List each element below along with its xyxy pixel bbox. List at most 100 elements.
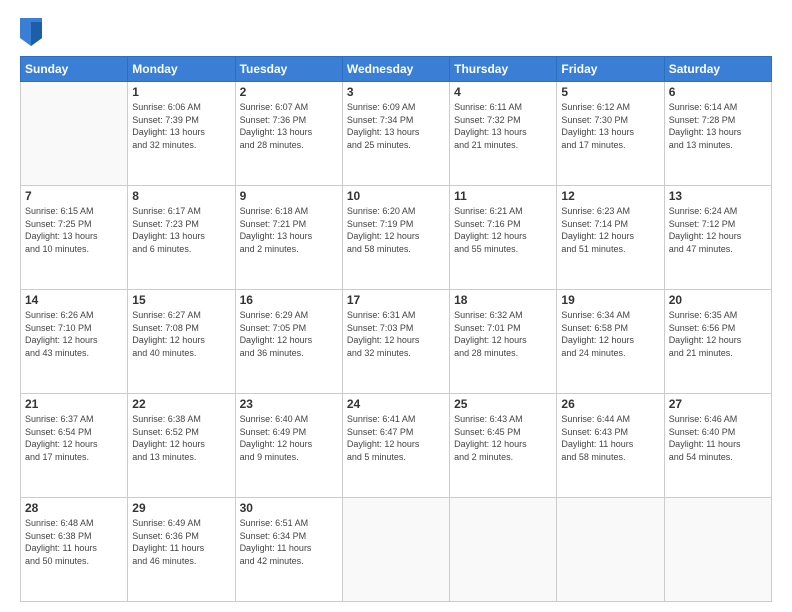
day-info: Sunrise: 6:09 AMSunset: 7:34 PMDaylight:… <box>347 101 445 151</box>
day-number: 11 <box>454 189 552 203</box>
day-info: Sunrise: 6:37 AMSunset: 6:54 PMDaylight:… <box>25 413 123 463</box>
day-number: 21 <box>25 397 123 411</box>
day-number: 17 <box>347 293 445 307</box>
logo-icon <box>20 18 42 46</box>
day-number: 13 <box>669 189 767 203</box>
day-info: Sunrise: 6:38 AMSunset: 6:52 PMDaylight:… <box>132 413 230 463</box>
day-info: Sunrise: 6:34 AMSunset: 6:58 PMDaylight:… <box>561 309 659 359</box>
day-number: 29 <box>132 501 230 515</box>
day-number: 8 <box>132 189 230 203</box>
day-info: Sunrise: 6:06 AMSunset: 7:39 PMDaylight:… <box>132 101 230 151</box>
day-number: 16 <box>240 293 338 307</box>
day-number: 24 <box>347 397 445 411</box>
day-number: 18 <box>454 293 552 307</box>
day-info: Sunrise: 6:12 AMSunset: 7:30 PMDaylight:… <box>561 101 659 151</box>
logo <box>20 18 46 46</box>
calendar-cell: 12Sunrise: 6:23 AMSunset: 7:14 PMDayligh… <box>557 186 664 290</box>
day-number: 5 <box>561 85 659 99</box>
calendar-week-row: 1 Sunrise: 6:06 AMSunset: 7:39 PMDaylight… <box>21 82 772 186</box>
calendar-week-row: 21 Sunrise: 6:37 AMSunset: 6:54 PMDayligh… <box>21 394 772 498</box>
calendar-cell: 17 Sunrise: 6:31 AMSunset: 7:03 PMDayligh… <box>342 290 449 394</box>
calendar-header-row: SundayMondayTuesdayWednesdayThursdayFrid… <box>21 57 772 82</box>
calendar-week-row: 28 Sunrise: 6:48 AMSunset: 6:38 PMDayligh… <box>21 498 772 602</box>
calendar-cell: 23Sunrise: 6:40 AMSunset: 6:49 PMDayligh… <box>235 394 342 498</box>
calendar-cell <box>557 498 664 602</box>
calendar-cell: 29 Sunrise: 6:49 AMSunset: 6:36 PMDayligh… <box>128 498 235 602</box>
day-number: 25 <box>454 397 552 411</box>
day-number: 3 <box>347 85 445 99</box>
day-info: Sunrise: 6:21 AMSunset: 7:16 PMDaylight:… <box>454 205 552 255</box>
day-number: 28 <box>25 501 123 515</box>
day-info: Sunrise: 6:23 AMSunset: 7:14 PMDaylight:… <box>561 205 659 255</box>
day-info: Sunrise: 6:43 AMSunset: 6:45 PMDaylight:… <box>454 413 552 463</box>
day-number: 26 <box>561 397 659 411</box>
day-number: 9 <box>240 189 338 203</box>
calendar-week-row: 14 Sunrise: 6:26 AMSunset: 7:10 PMDayligh… <box>21 290 772 394</box>
day-info: Sunrise: 6:24 AMSunset: 7:12 PMDaylight:… <box>669 205 767 255</box>
calendar-cell: 7 Sunrise: 6:15 AMSunset: 7:25 PMDaylight… <box>21 186 128 290</box>
day-number: 7 <box>25 189 123 203</box>
day-info: Sunrise: 6:44 AMSunset: 6:43 PMDaylight:… <box>561 413 659 463</box>
calendar-cell: 11 Sunrise: 6:21 AMSunset: 7:16 PMDayligh… <box>450 186 557 290</box>
day-info: Sunrise: 6:27 AMSunset: 7:08 PMDaylight:… <box>132 309 230 359</box>
calendar-cell: 21 Sunrise: 6:37 AMSunset: 6:54 PMDayligh… <box>21 394 128 498</box>
day-info: Sunrise: 6:17 AMSunset: 7:23 PMDaylight:… <box>132 205 230 255</box>
weekday-header: Friday <box>557 57 664 82</box>
day-info: Sunrise: 6:11 AMSunset: 7:32 PMDaylight:… <box>454 101 552 151</box>
calendar-cell: 13 Sunrise: 6:24 AMSunset: 7:12 PMDayligh… <box>664 186 771 290</box>
day-info: Sunrise: 6:20 AMSunset: 7:19 PMDaylight:… <box>347 205 445 255</box>
calendar-cell <box>664 498 771 602</box>
calendar-cell: 27 Sunrise: 6:46 AMSunset: 6:40 PMDayligh… <box>664 394 771 498</box>
calendar-cell: 24Sunrise: 6:41 AMSunset: 6:47 PMDayligh… <box>342 394 449 498</box>
day-number: 10 <box>347 189 445 203</box>
weekday-header: Tuesday <box>235 57 342 82</box>
day-info: Sunrise: 6:26 AMSunset: 7:10 PMDaylight:… <box>25 309 123 359</box>
day-info: Sunrise: 6:18 AMSunset: 7:21 PMDaylight:… <box>240 205 338 255</box>
day-info: Sunrise: 6:14 AMSunset: 7:28 PMDaylight:… <box>669 101 767 151</box>
calendar-table: SundayMondayTuesdayWednesdayThursdayFrid… <box>20 56 772 602</box>
day-info: Sunrise: 6:49 AMSunset: 6:36 PMDaylight:… <box>132 517 230 567</box>
day-info: Sunrise: 6:46 AMSunset: 6:40 PMDaylight:… <box>669 413 767 463</box>
day-info: Sunrise: 6:31 AMSunset: 7:03 PMDaylight:… <box>347 309 445 359</box>
weekday-header: Saturday <box>664 57 771 82</box>
calendar-cell <box>21 82 128 186</box>
calendar-cell: 25 Sunrise: 6:43 AMSunset: 6:45 PMDayligh… <box>450 394 557 498</box>
calendar-cell: 3 Sunrise: 6:09 AMSunset: 7:34 PMDaylight… <box>342 82 449 186</box>
day-info: Sunrise: 6:29 AMSunset: 7:05 PMDaylight:… <box>240 309 338 359</box>
calendar-cell: 26 Sunrise: 6:44 AMSunset: 6:43 PMDayligh… <box>557 394 664 498</box>
calendar-cell: 2 Sunrise: 6:07 AMSunset: 7:36 PMDaylight… <box>235 82 342 186</box>
calendar-cell: 8 Sunrise: 6:17 AMSunset: 7:23 PMDaylight… <box>128 186 235 290</box>
day-number: 22 <box>132 397 230 411</box>
day-number: 2 <box>240 85 338 99</box>
calendar-cell: 16 Sunrise: 6:29 AMSunset: 7:05 PMDayligh… <box>235 290 342 394</box>
calendar-cell: 28 Sunrise: 6:48 AMSunset: 6:38 PMDayligh… <box>21 498 128 602</box>
day-info: Sunrise: 6:51 AMSunset: 6:34 PMDaylight:… <box>240 517 338 567</box>
day-number: 6 <box>669 85 767 99</box>
day-info: Sunrise: 6:48 AMSunset: 6:38 PMDaylight:… <box>25 517 123 567</box>
day-number: 20 <box>669 293 767 307</box>
calendar-cell: 19Sunrise: 6:34 AMSunset: 6:58 PMDayligh… <box>557 290 664 394</box>
weekday-header: Thursday <box>450 57 557 82</box>
header <box>20 18 772 46</box>
day-number: 27 <box>669 397 767 411</box>
calendar-cell: 18 Sunrise: 6:32 AMSunset: 7:01 PMDayligh… <box>450 290 557 394</box>
calendar-cell: 10 Sunrise: 6:20 AMSunset: 7:19 PMDayligh… <box>342 186 449 290</box>
day-number: 14 <box>25 293 123 307</box>
day-info: Sunrise: 6:07 AMSunset: 7:36 PMDaylight:… <box>240 101 338 151</box>
calendar-cell: 20 Sunrise: 6:35 AMSunset: 6:56 PMDayligh… <box>664 290 771 394</box>
day-info: Sunrise: 6:35 AMSunset: 6:56 PMDaylight:… <box>669 309 767 359</box>
day-info: Sunrise: 6:15 AMSunset: 7:25 PMDaylight:… <box>25 205 123 255</box>
day-number: 15 <box>132 293 230 307</box>
calendar-cell: 30 Sunrise: 6:51 AMSunset: 6:34 PMDayligh… <box>235 498 342 602</box>
day-number: 30 <box>240 501 338 515</box>
calendar-cell: 1 Sunrise: 6:06 AMSunset: 7:39 PMDaylight… <box>128 82 235 186</box>
day-number: 4 <box>454 85 552 99</box>
calendar-cell: 14 Sunrise: 6:26 AMSunset: 7:10 PMDayligh… <box>21 290 128 394</box>
calendar-cell: 4 Sunrise: 6:11 AMSunset: 7:32 PMDaylight… <box>450 82 557 186</box>
page: SundayMondayTuesdayWednesdayThursdayFrid… <box>0 0 792 612</box>
day-info: Sunrise: 6:32 AMSunset: 7:01 PMDaylight:… <box>454 309 552 359</box>
calendar-cell <box>450 498 557 602</box>
day-number: 1 <box>132 85 230 99</box>
weekday-header: Wednesday <box>342 57 449 82</box>
calendar-cell: 22 Sunrise: 6:38 AMSunset: 6:52 PMDayligh… <box>128 394 235 498</box>
